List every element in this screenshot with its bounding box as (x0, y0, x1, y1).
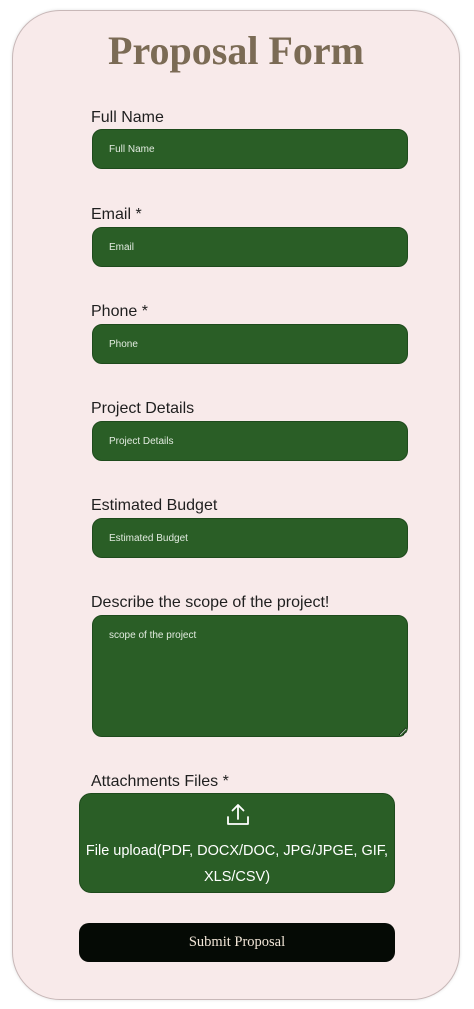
estimated-budget-label: Estimated Budget (91, 497, 218, 514)
phone-input[interactable] (92, 324, 408, 364)
file-upload-line-1: File upload(PDF, DOCX/DOC, JPG/JPGE, GIF… (85, 843, 389, 859)
scope-textarea[interactable] (92, 615, 408, 737)
project-details-input[interactable] (92, 421, 408, 461)
email-label: Email * (91, 206, 142, 223)
project-details-label: Project Details (91, 400, 195, 417)
full-name-label: Full Name (91, 109, 164, 126)
full-name-input[interactable] (92, 129, 408, 169)
attachments-label: Attachments Files * (91, 773, 229, 790)
file-upload-line-2: XLS/CSV) (203, 869, 271, 885)
estimated-budget-input[interactable] (92, 518, 408, 558)
upload-icon (227, 804, 249, 825)
file-upload-text: File upload(PDF, DOCX/DOC, JPG/JPGE, GIF… (80, 838, 394, 890)
submit-proposal-button[interactable]: Submit Proposal (79, 923, 395, 962)
phone-label: Phone * (91, 303, 148, 320)
page-title: Proposal Form (108, 28, 364, 73)
email-input[interactable] (92, 227, 408, 267)
file-upload-button[interactable]: File upload(PDF, DOCX/DOC, JPG/JPGE, GIF… (79, 793, 395, 893)
scope-label: Describe the scope of the project! (91, 594, 330, 611)
